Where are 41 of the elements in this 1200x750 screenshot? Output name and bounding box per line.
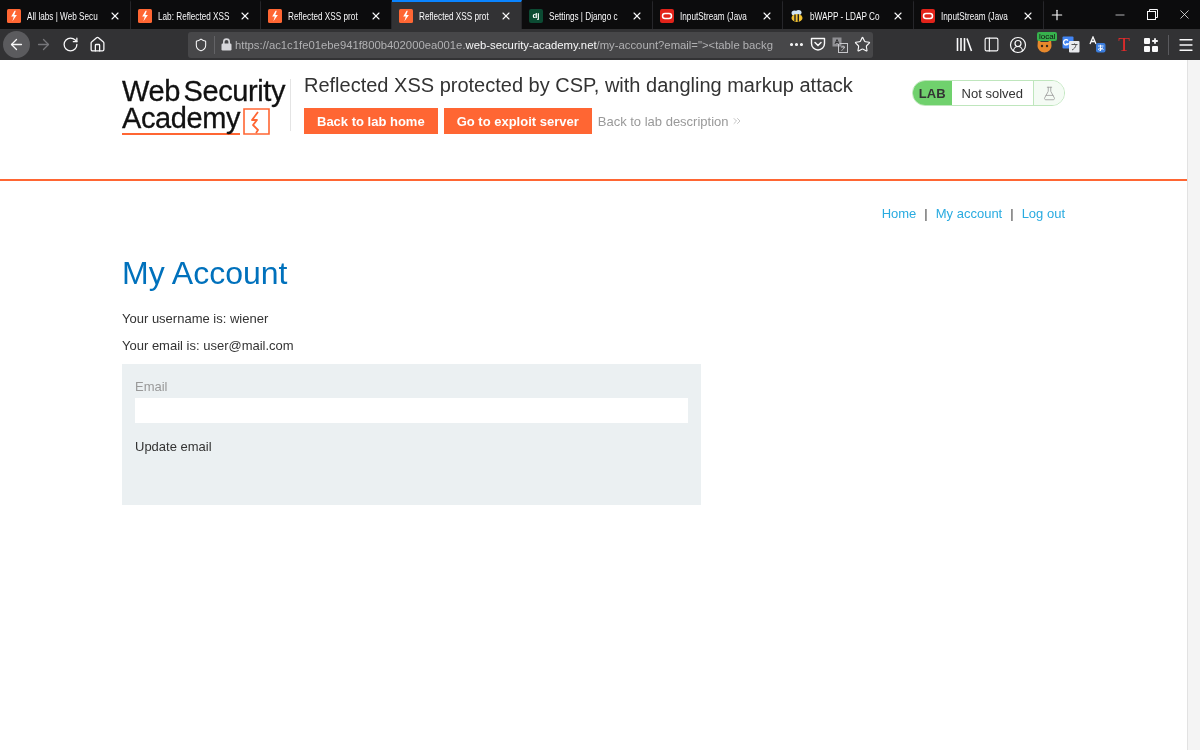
lab-tag: LAB bbox=[912, 81, 952, 105]
double-chevron-icon bbox=[730, 115, 743, 127]
extension-badge: local bbox=[1036, 31, 1058, 41]
flask-icon bbox=[1041, 85, 1057, 101]
lightning-icon bbox=[137, 8, 152, 23]
reload-icon bbox=[62, 36, 79, 53]
update-email-button[interactable]: Update email bbox=[135, 438, 212, 456]
nav-separator: | bbox=[1010, 205, 1014, 223]
shield-icon[interactable] bbox=[194, 37, 208, 52]
lab-title: Reflected XSS protected by CSP, with dangling markup attack bbox=[304, 73, 853, 97]
bee-icon bbox=[790, 8, 804, 23]
letter-icon: dj bbox=[529, 8, 543, 23]
nav-separator: | bbox=[924, 205, 928, 223]
library-icon[interactable] bbox=[955, 37, 973, 52]
page-heading: My Account bbox=[122, 255, 289, 292]
star-icon[interactable] bbox=[853, 36, 871, 53]
logo-text: Web Security bbox=[122, 78, 287, 105]
account-detail: Your email is: user@mail.com bbox=[122, 337, 295, 355]
ring-icon bbox=[659, 8, 674, 23]
home-icon bbox=[89, 36, 106, 53]
account-detail: Your username is: wiener bbox=[122, 310, 270, 328]
browser-tab[interactable]: Reflected XSS prot bbox=[391, 0, 522, 29]
lightning-icon bbox=[268, 8, 282, 23]
extensions-icon[interactable] bbox=[1142, 36, 1159, 53]
sidebar-icon[interactable] bbox=[982, 36, 1000, 53]
translate-icon[interactable] bbox=[1061, 36, 1080, 53]
back-button[interactable] bbox=[3, 31, 30, 58]
lightning-icon bbox=[7, 8, 21, 23]
lock-icon[interactable] bbox=[221, 38, 232, 51]
lightning-logo-icon bbox=[243, 108, 271, 135]
account-icon[interactable] bbox=[1008, 35, 1027, 54]
translate-icon[interactable] bbox=[832, 36, 848, 53]
address-bar[interactable]: https://ac1c1fe01ebe941f800b402000ea001e.web-security-academy.net/my-account?email="><table backg bbox=[188, 31, 873, 58]
email-label: Email bbox=[135, 378, 168, 396]
ring-icon bbox=[920, 8, 935, 23]
restore-icon[interactable] bbox=[1146, 9, 1158, 20]
logo-text: Academy bbox=[122, 105, 241, 135]
pocket-icon[interactable] bbox=[810, 37, 826, 52]
translate-icon[interactable] bbox=[1088, 36, 1106, 53]
arrow-right-icon bbox=[35, 36, 52, 53]
lightning-icon bbox=[398, 8, 413, 23]
